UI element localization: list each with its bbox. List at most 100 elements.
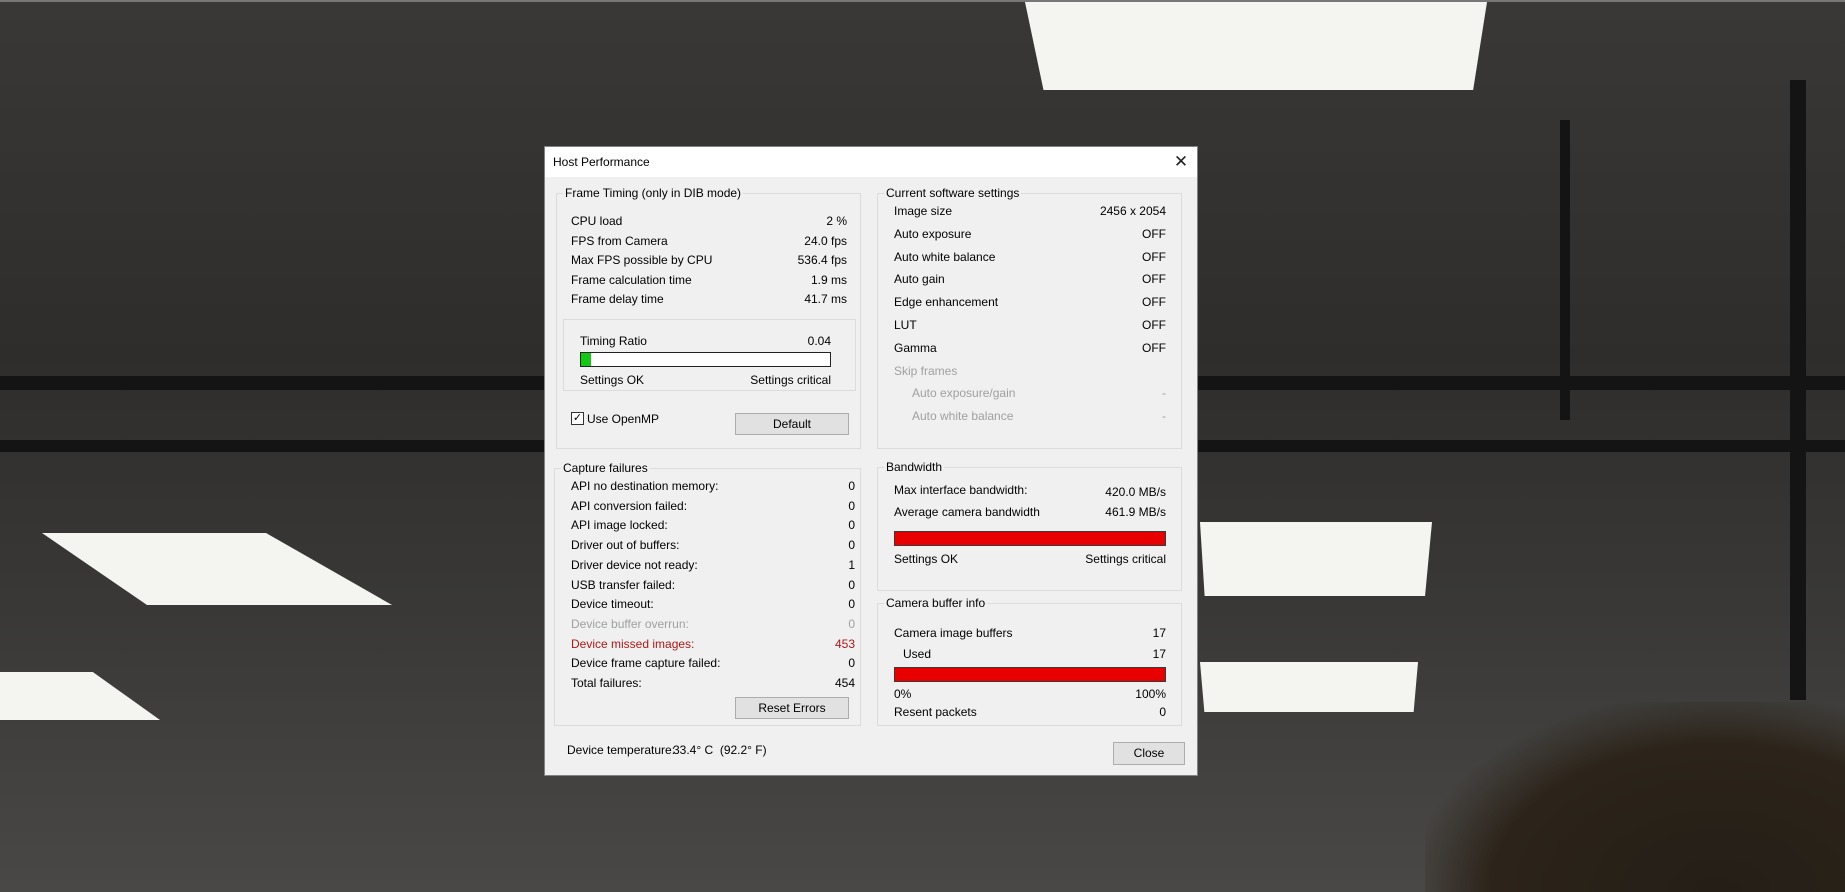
settings-critical-label: Settings critical [1085,552,1166,566]
row-label: Resent packets [894,705,977,719]
skip-frames-label: Skip frames [894,363,958,378]
frame-timing-row-frame-delay-time: Frame delay time 41.7 ms [571,292,847,308]
skip-row-auto-white-balance: Auto white balance - [894,409,1166,425]
timing-ratio-box: Timing Ratio 0.04 Settings OK Settings c… [563,319,856,391]
row-value: 0 [848,518,855,533]
software-settings-group: Current software settings Image size 245… [877,186,1182,449]
row-value: 461.9 MB/s [1105,505,1166,519]
row-label: LUT [894,318,917,332]
row-label: FPS from Camera [571,233,668,248]
row-label: Auto white balance [894,249,996,264]
capture-failures-list: API no destination memory: 0 API convers… [571,479,855,690]
row-value: OFF [1142,340,1166,355]
capture-failures-title: Capture failures [561,461,650,475]
frame-timing-row-cpu-load: CPU load 2 % [571,214,847,230]
bandwidth-bar-fill [895,532,1165,545]
row-label: Device timeout: [571,597,654,612]
failure-row-api-no-destination-memory: API no destination memory: 0 [571,479,855,495]
ceiling-light [1200,662,1418,712]
row-value: 0 [848,538,855,553]
title-bar: Host Performance ✕ [545,147,1197,177]
use-openmp-checkbox[interactable]: ✓ [571,412,584,425]
setting-row-auto-white-balance: Auto white balance OFF [894,250,1166,266]
row-value: 1.9 ms [810,272,847,287]
row-label: Driver out of buffers: [571,538,680,553]
row-label: Auto exposure [894,226,972,241]
row-value: 24.0 fps [804,233,847,248]
buffer-usage-scale: 0% 100% [894,687,1166,703]
row-label: API no destination memory: [571,479,719,493]
row-label: Device buffer overrun: [571,616,689,631]
software-settings-list: Image size 2456 x 2054 Auto exposure OFF… [894,204,1166,444]
row-label: Max FPS possible by CPU [571,253,713,267]
used-buffers-row: Used 17 [894,647,1166,663]
scale-max-label: 100% [1135,687,1166,701]
row-value: OFF [1142,318,1166,332]
row-value: 536.4 fps [797,253,847,267]
bandwidth-title: Bandwidth [884,460,945,474]
setting-row-auto-exposure: Auto exposure OFF [894,227,1166,243]
row-value: 2 % [826,214,847,228]
bandwidth-scale: Settings OK Settings critical [894,552,1166,568]
max-interface-bandwidth-row: Max interface bandwidth: 420.0 MB/s [894,483,1166,499]
row-label: Auto white balance [912,409,1014,424]
row-value: - [1162,409,1166,424]
row-label: Device frame capture failed: [571,656,721,671]
settings-ok-label: Settings OK [580,373,645,387]
resent-packets-row: Resent packets 0 [894,705,1166,721]
row-label: Frame calculation time [571,272,692,287]
truss-beam [1560,120,1570,420]
close-button[interactable]: Close [1113,742,1185,765]
row-label: Frame delay time [571,292,664,306]
timing-ratio-bar-fill [581,353,591,366]
row-value: 0 [848,656,855,671]
buffer-info-title: Camera buffer info [884,596,988,610]
row-label: API image locked: [571,518,668,533]
setting-row-image-size: Image size 2456 x 2054 [894,204,1166,220]
setting-row-lut: LUT OFF [894,318,1166,334]
row-label: Used [903,647,932,661]
ceiling-light [1025,2,1487,90]
truss-beam [1790,80,1806,700]
row-value: 1 [848,557,855,572]
row-value: OFF [1142,249,1166,264]
frame-timing-list: CPU load 2 % FPS from Camera 24.0 fps Ma… [571,214,847,306]
timing-ratio-bar [580,352,831,367]
bush [1425,702,1845,892]
row-label: Device missed images: [571,636,695,651]
row-value: 453 [834,636,855,651]
use-openmp-label[interactable]: Use OpenMP [587,412,659,426]
row-label: USB transfer failed: [571,577,676,592]
setting-row-edge-enhancement: Edge enhancement OFF [894,295,1166,311]
buffer-usage-bar-fill [895,668,1165,681]
setting-row-auto-gain: Auto gain OFF [894,272,1166,288]
device-temperature-label: Device temperature: [567,743,676,757]
frame-timing-group: Frame Timing (only in DIB mode) CPU load… [556,186,861,449]
row-label: CPU load [571,214,623,228]
row-label: Image size [894,204,953,218]
row-label: Auto exposure/gain [912,386,1016,401]
row-label: Edge enhancement [894,295,999,310]
row-value: 17 [1152,647,1166,661]
row-label: Driver device not ready: [571,557,698,572]
close-icon[interactable]: ✕ [1169,150,1193,174]
failure-row-device-missed-images: Device missed images: 453 [571,637,855,653]
row-label: API conversion failed: [571,498,688,513]
screen-top-edge [0,0,1845,2]
average-camera-bandwidth-row: Average camera bandwidth 461.9 MB/s [894,505,1166,521]
row-value: 17 [1152,626,1166,640]
scale-min-label: 0% [894,687,912,701]
row-label: Camera image buffers [894,626,1013,640]
timing-ratio-value: 0.04 [807,334,831,348]
skip-row-auto-exposure-gain: Auto exposure/gain - [894,386,1166,402]
row-value: 0 [848,577,855,592]
failure-row-device-frame-capture-failed: Device frame capture failed: 0 [571,656,855,672]
row-value: OFF [1142,295,1166,310]
ceiling-light [0,672,160,720]
frame-timing-title: Frame Timing (only in DIB mode) [563,186,744,200]
reset-errors-button[interactable]: Reset Errors [735,697,849,719]
frame-timing-row-frame-calc-time: Frame calculation time 1.9 ms [571,273,847,289]
row-value: 0 [848,616,855,631]
default-button[interactable]: Default [735,413,849,435]
row-value: OFF [1142,272,1166,287]
